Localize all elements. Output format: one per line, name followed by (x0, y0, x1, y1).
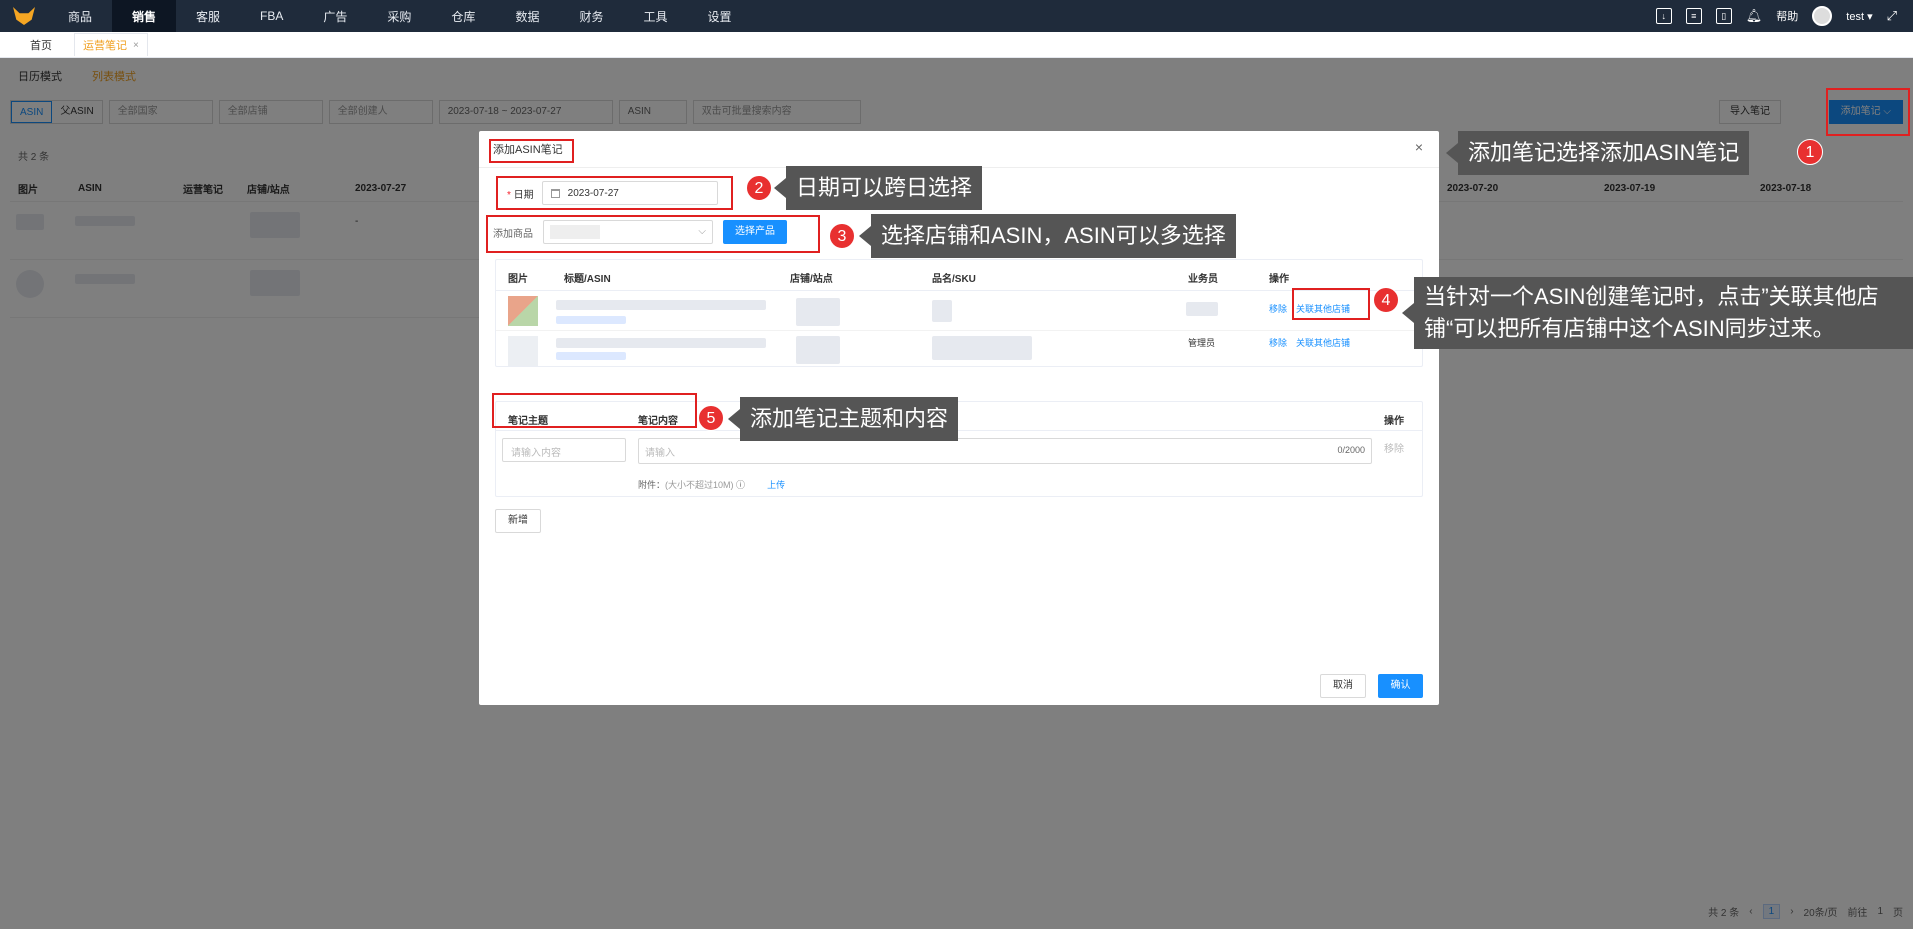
callout-4: 当针对一个ASIN创建笔记时，点击”关联其他店铺“可以把所有店铺中这个ASIN同… (1402, 277, 1913, 349)
char-counter: 0/2000 (1337, 445, 1365, 455)
col-name-sku: 品名/SKU (932, 274, 976, 285)
bell-icon[interactable]: 🔔︎ (1746, 8, 1763, 24)
remove-link[interactable]: 移除 (1269, 336, 1287, 349)
task-list-icon[interactable]: ≡ (1685, 8, 1702, 24)
upload-link[interactable]: 上传 (767, 478, 785, 491)
callout-3: 选择店铺和ASIN，ASIN可以多选择 (859, 214, 1236, 258)
highlight-link-shops (1292, 288, 1370, 320)
link-other-shops-link[interactable]: 关联其他店铺 (1296, 336, 1350, 349)
remove-note-link: 移除 (1384, 444, 1404, 455)
info-icon: ⓘ (736, 480, 746, 490)
step-badge-4: 4 (1373, 287, 1399, 313)
nav-customer-service[interactable]: 客服 (176, 0, 240, 32)
step-badge-3: 3 (829, 223, 855, 249)
top-nav: 商品 销售 客服 FBA 广告 采购 仓库 数据 财务 工具 设置 ↓ ≡ ▯ … (0, 0, 1913, 32)
product-thumbnail (508, 296, 538, 326)
product-table: 图片 标题/ASIN 店铺/站点 品名/SKU 业务员 操作 移除 关联其他店铺… (495, 259, 1423, 367)
content-textarea[interactable]: 请输入 0/2000 (638, 438, 1372, 464)
tab-home[interactable]: 首页 (22, 34, 60, 56)
salesperson: 管理员 (1188, 338, 1216, 348)
step-badge-1: 1 (1797, 139, 1823, 165)
nav-finance[interactable]: 财务 (559, 0, 623, 32)
close-icon[interactable]: × (133, 40, 139, 51)
download-icon[interactable]: ↓ (1655, 8, 1672, 24)
step-badge-5: 5 (698, 405, 724, 431)
nav-tools[interactable]: 工具 (623, 0, 687, 32)
page-tabs: 首页 运营笔记 × (0, 32, 1913, 58)
highlight-date (496, 176, 733, 210)
content-placeholder: 请输入 (645, 448, 675, 459)
avatar[interactable] (1812, 6, 1833, 26)
tab-notes-label: 运营笔记 (83, 40, 127, 52)
confirm-button[interactable]: 确认 (1378, 674, 1423, 698)
highlight-title (489, 139, 574, 163)
mobile-icon[interactable]: ▯ (1715, 8, 1732, 24)
help-link[interactable]: 帮助 (1776, 8, 1798, 24)
col-title-asin: 标题/ASIN (564, 274, 611, 285)
callout-2: 日期可以跨日选择 (773, 166, 983, 210)
fox-logo-icon[interactable] (0, 0, 48, 32)
subject-input[interactable]: 请输入内容 (502, 438, 626, 462)
cancel-button[interactable]: 取消 (1320, 674, 1366, 698)
add-row-button[interactable]: 新增 (495, 509, 541, 533)
nav-purchase[interactable]: 采购 (367, 0, 431, 32)
col-actions: 操作 (1269, 274, 1289, 285)
fullscreen-icon[interactable]: ⤢ (1887, 8, 1897, 24)
col-image: 图片 (508, 274, 528, 285)
attach-label: 附件：(大小不超过10M) ⓘ (638, 480, 746, 490)
close-icon[interactable]: × (1415, 139, 1423, 155)
nav-fba[interactable]: FBA (240, 0, 303, 32)
nav-sales[interactable]: 销售 (112, 0, 177, 32)
nav-ads[interactable]: 广告 (303, 0, 367, 32)
product-thumbnail (508, 336, 538, 366)
step-badge-2: 2 (746, 175, 772, 201)
nav-warehouse[interactable]: 仓库 (431, 0, 495, 32)
col-actions: 操作 (1384, 416, 1404, 427)
callout-1: 添加笔记选择添加ASIN笔记 (1445, 131, 1750, 175)
nav-data[interactable]: 数据 (495, 0, 559, 32)
callout-5: 添加笔记主题和内容 (727, 397, 959, 441)
col-shop-site: 店铺/站点 (790, 274, 833, 285)
highlight-product (486, 215, 820, 253)
nav-goods[interactable]: 商品 (48, 0, 112, 32)
highlight-add-note (1826, 88, 1910, 136)
highlight-note-cols (492, 393, 697, 428)
user-menu[interactable]: test ▾ (1846, 10, 1872, 23)
remove-link[interactable]: 移除 (1269, 302, 1287, 315)
tab-notes[interactable]: 运营笔记 × (74, 33, 148, 56)
attachment-row: 附件：(大小不超过10M) ⓘ 上传 (638, 478, 785, 491)
col-salesperson: 业务员 (1188, 274, 1218, 285)
nav-settings[interactable]: 设置 (687, 0, 751, 32)
